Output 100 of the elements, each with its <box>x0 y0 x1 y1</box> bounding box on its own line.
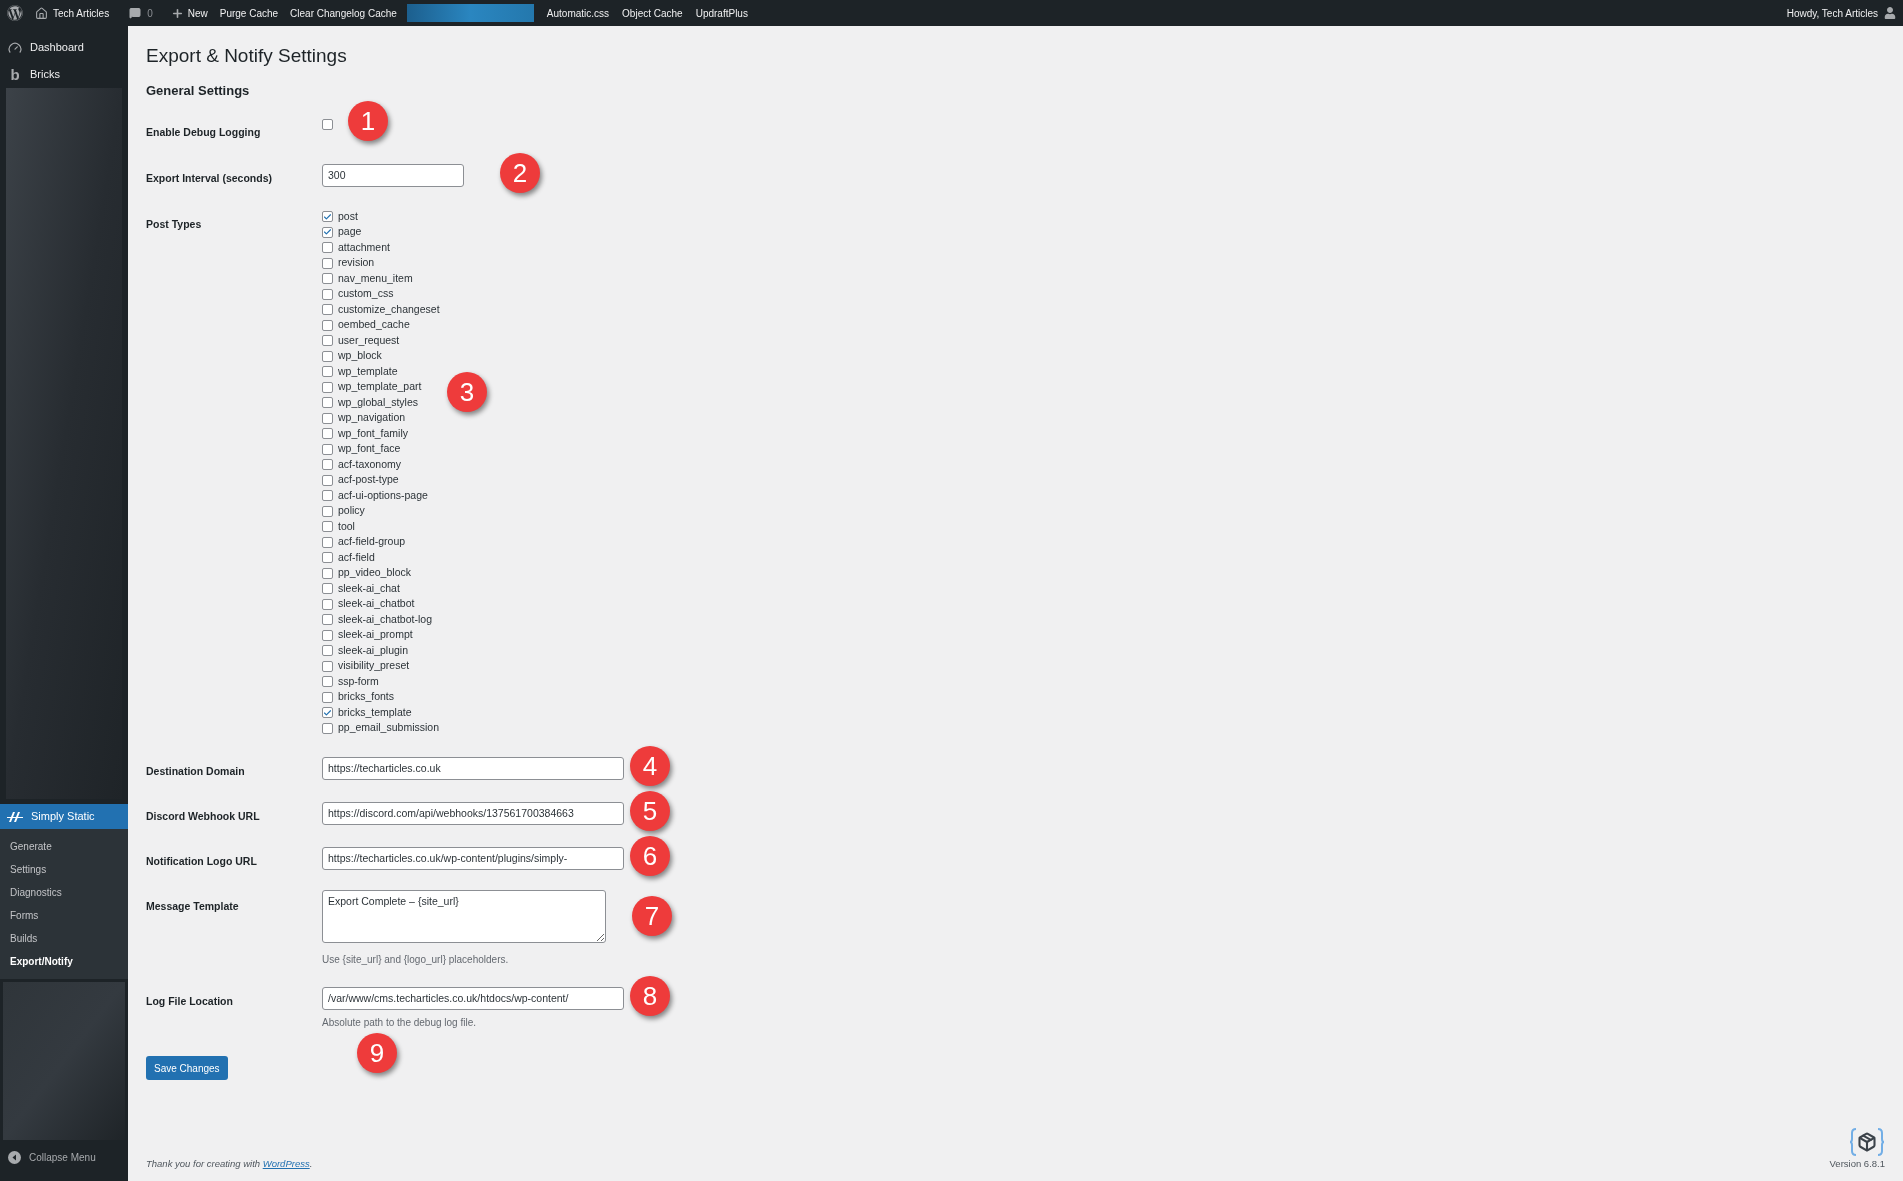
checkbox[interactable] <box>322 645 333 657</box>
toolbar-link[interactable]: Automatic.css <box>546 5 610 21</box>
text-field[interactable]: https://discord.com/api/webhooks/137561700384663 <box>322 801 624 825</box>
check-icon <box>323 707 332 718</box>
menu-item[interactable]: Bricks <box>30 66 60 83</box>
checkbox[interactable] <box>322 304 333 316</box>
submenu-item[interactable]: Forms <box>0 904 128 927</box>
toolbar-link[interactable]: Purge Cache <box>219 5 279 21</box>
checkbox[interactable] <box>322 474 333 486</box>
checkbox[interactable] <box>322 583 333 595</box>
site-name-link[interactable]: Tech Articles <box>53 5 110 21</box>
home-icon[interactable] <box>35 6 48 20</box>
submenu-item[interactable]: Diagnostics <box>0 881 128 904</box>
checkbox[interactable] <box>322 490 333 502</box>
checkbox[interactable] <box>322 335 333 347</box>
field-label: Post Types <box>146 218 202 230</box>
menu-item[interactable]: Dashboard <box>30 39 84 56</box>
checkbox[interactable] <box>322 629 333 641</box>
annotation-marker: 5 <box>630 791 670 831</box>
option-label: visibility_preset <box>338 658 410 674</box>
checkbox[interactable] <box>322 211 333 223</box>
checkbox[interactable] <box>322 288 333 300</box>
text-field[interactable]: https://techarticles.co.uk/wp-content/plugins/simply- <box>322 846 624 870</box>
field-label: Message Template <box>146 900 239 912</box>
toolbar-link[interactable]: UpdraftPlus <box>695 5 748 21</box>
new-link[interactable]: New <box>187 5 208 21</box>
checkbox[interactable] <box>322 691 333 703</box>
option-label: revision <box>338 255 375 271</box>
option-label: page <box>338 224 362 240</box>
section-title: General Settings <box>146 81 251 100</box>
wordpress-logo-icon[interactable] <box>7 5 23 21</box>
checkbox[interactable] <box>322 660 333 672</box>
checkbox[interactable] <box>322 552 333 564</box>
collapse-menu-link[interactable]: Collapse Menu <box>29 1150 96 1165</box>
field-label: Notification Logo URL <box>146 855 257 867</box>
checkbox[interactable] <box>322 722 333 734</box>
submenu-item[interactable]: Generate <box>0 835 128 858</box>
comment-icon[interactable] <box>129 7 142 19</box>
checkbox[interactable] <box>322 226 333 238</box>
option-label: wp_block <box>338 348 382 364</box>
checkbox[interactable] <box>322 707 333 719</box>
check-icon <box>323 211 332 222</box>
checkbox[interactable] <box>322 443 333 455</box>
checkbox[interactable] <box>322 521 333 533</box>
checkbox[interactable] <box>322 319 333 331</box>
option-label: sleek-ai_chatbot <box>338 596 415 612</box>
checkbox[interactable] <box>322 242 333 254</box>
option-label: wp_template_part <box>338 379 422 395</box>
annotation-marker: 8 <box>630 976 670 1016</box>
checkbox[interactable] <box>322 676 333 688</box>
text-field[interactable]: /var/www/cms.techarticles.co.uk/htdocs/wp-content/ <box>322 986 624 1010</box>
checkbox[interactable] <box>322 428 333 440</box>
help-text: Absolute path to the debug log file. <box>322 1015 477 1030</box>
annotation-marker: 1 <box>348 101 388 141</box>
collapse-icon[interactable] <box>8 1151 21 1164</box>
text-field[interactable]: 300 <box>322 163 464 187</box>
option-label: pp_email_submission <box>338 720 439 736</box>
toolbar-link[interactable]: Clear Changelog Cache <box>290 5 397 21</box>
option-label: tool <box>338 518 355 534</box>
option-label: acf-ui-options-page <box>338 487 428 503</box>
option-label: acf-field <box>338 549 375 565</box>
option-label: ssp-form <box>338 673 379 689</box>
checkbox[interactable] <box>322 536 333 548</box>
option-label: acf-post-type <box>338 472 399 488</box>
submenu-item[interactable]: Export/Notify <box>0 950 128 973</box>
checkbox[interactable] <box>322 350 333 362</box>
user-avatar-icon[interactable] <box>1884 7 1896 19</box>
checkbox[interactable] <box>322 119 333 130</box>
footer-text: Thank you for creating with WordPress. <box>146 1156 313 1171</box>
text-field[interactable]: https://techarticles.co.uk <box>322 756 624 780</box>
option-label: attachment <box>338 239 390 255</box>
greeting-link[interactable]: Howdy, Tech Articles <box>1786 5 1878 21</box>
checkbox[interactable] <box>322 366 333 378</box>
message-textarea[interactable]: Export Complete – {site_url} <box>322 890 606 943</box>
checkbox[interactable] <box>322 273 333 285</box>
checkbox[interactable] <box>322 381 333 393</box>
checkbox[interactable] <box>322 598 333 610</box>
field-label: Log File Location <box>146 995 233 1007</box>
checkbox[interactable] <box>322 567 333 579</box>
checkbox[interactable] <box>322 459 333 471</box>
checkbox[interactable] <box>322 412 333 424</box>
gauge-icon <box>8 40 22 55</box>
active-menu-item[interactable]: Simply Static <box>0 804 128 829</box>
submenu-item[interactable]: Settings <box>0 858 128 881</box>
checkbox[interactable] <box>322 397 333 409</box>
toolbar-link[interactable]: Object Cache <box>622 5 683 21</box>
save-changes-button[interactable]: Save Changes <box>146 1056 228 1080</box>
annotation-marker: 7 <box>632 896 672 936</box>
submenu-item[interactable]: Builds <box>0 927 128 950</box>
annotation-marker: 2 <box>500 153 540 193</box>
checkbox[interactable] <box>322 257 333 269</box>
wordpress-link[interactable]: WordPress <box>262 1157 310 1169</box>
page-title: Export & Notify Settings <box>146 44 348 68</box>
checkbox[interactable] <box>322 614 333 626</box>
option-label: sleek-ai_plugin <box>338 642 409 658</box>
option-label: wp_font_family <box>338 425 409 441</box>
checkbox[interactable] <box>322 505 333 517</box>
field-label: Enable Debug Logging <box>146 126 261 138</box>
option-label: bricks_fonts <box>338 689 395 705</box>
plus-icon[interactable] <box>170 6 184 20</box>
